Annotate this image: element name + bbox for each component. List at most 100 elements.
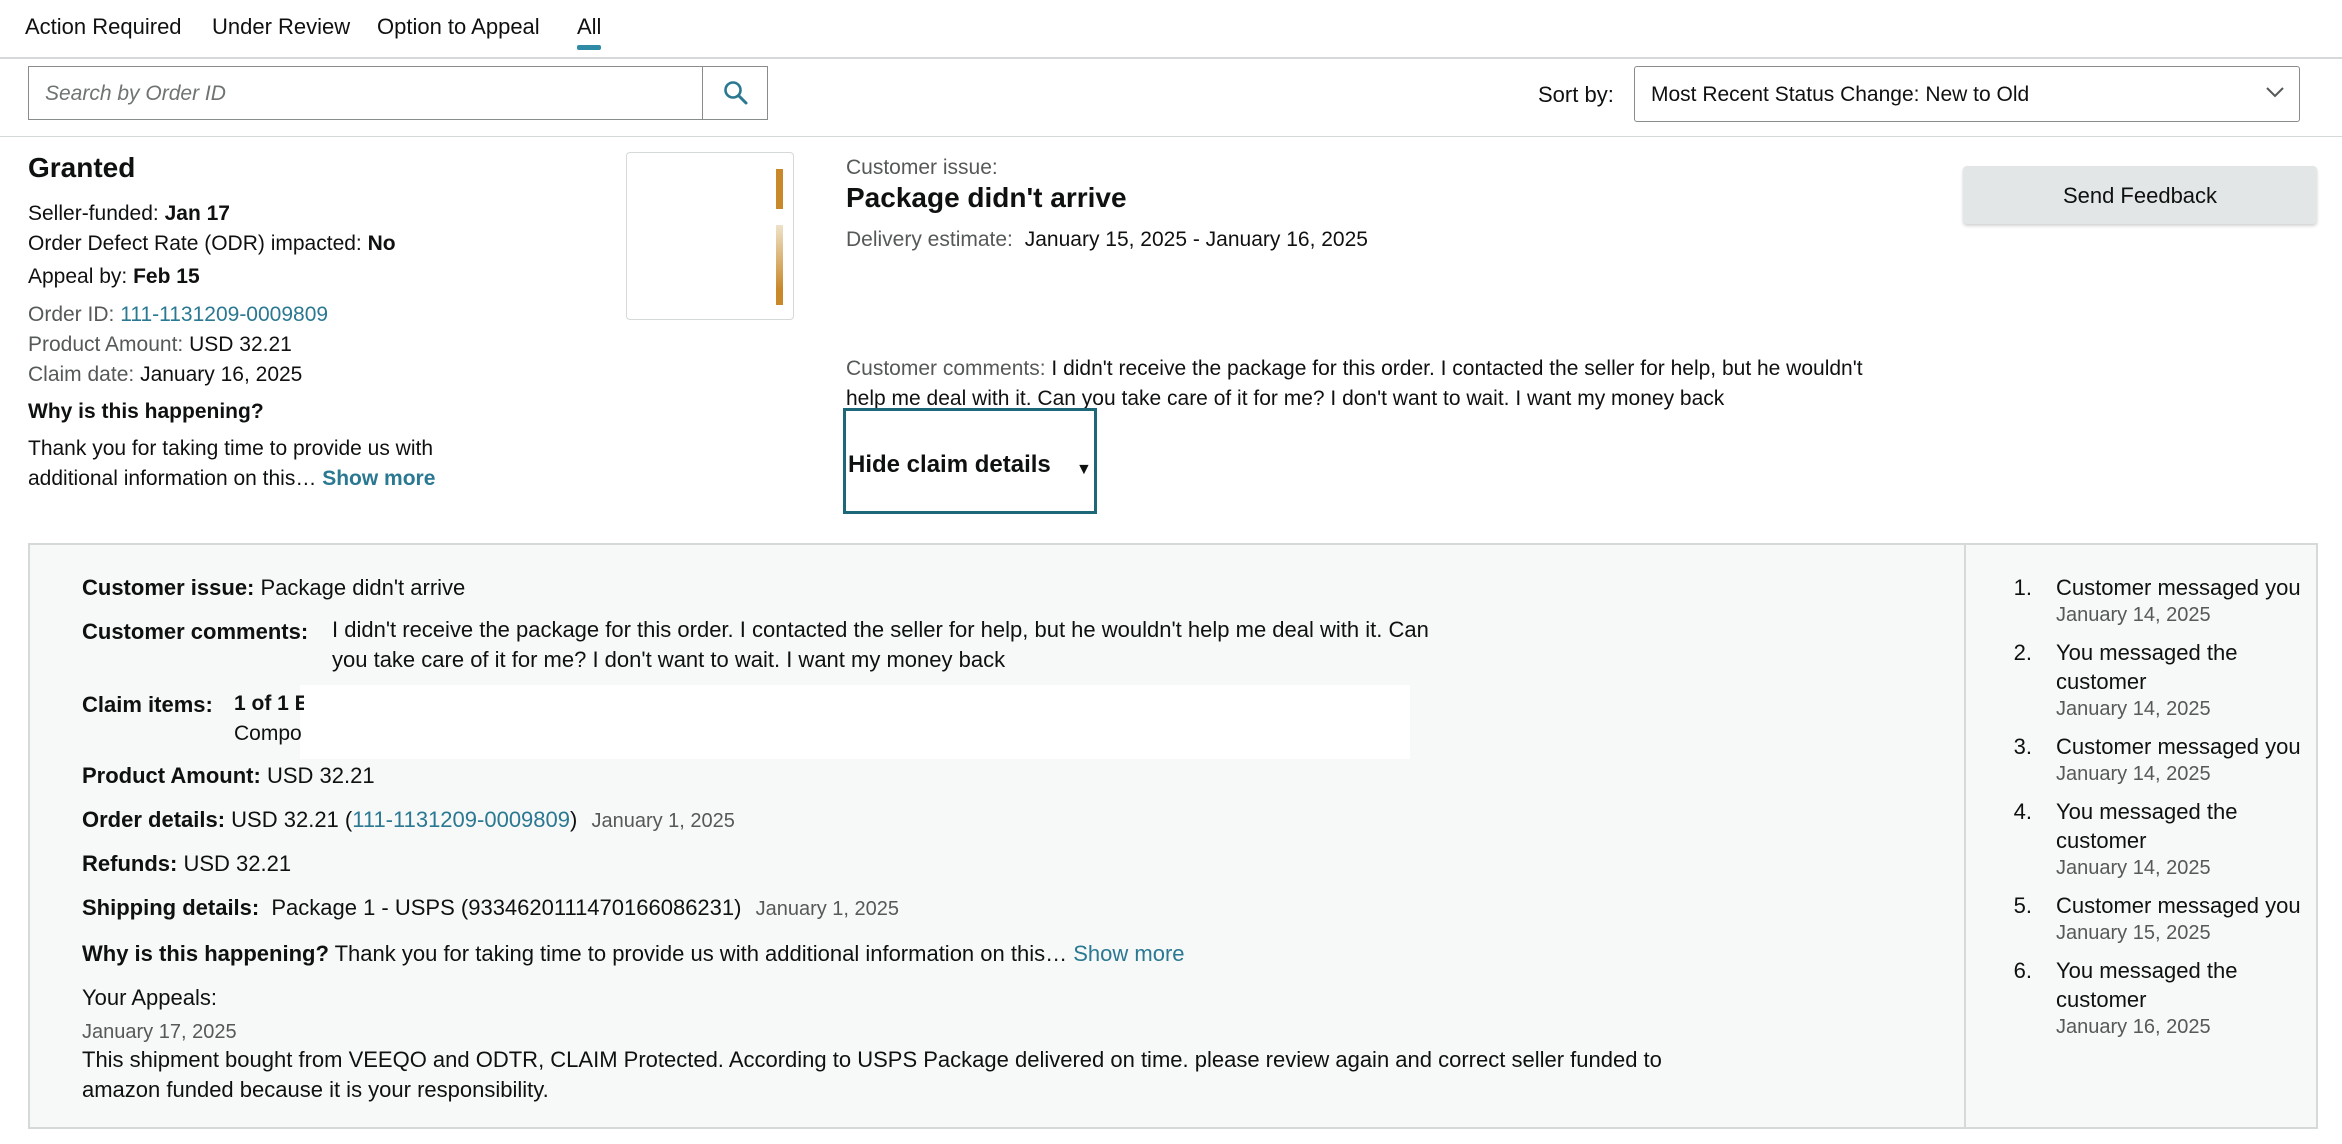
claim-items-label-row: Claim items: bbox=[82, 692, 213, 718]
detail-comments-label-text: Customer comments: bbox=[82, 619, 309, 644]
sort-select[interactable]: Most Recent Status Change: New to Old bbox=[1634, 66, 2300, 122]
appeal-by-value: Feb 15 bbox=[133, 265, 200, 288]
send-feedback-button[interactable]: Send Feedback bbox=[1963, 166, 2317, 224]
hide-claim-details-button[interactable]: Hide claim details ▼ bbox=[843, 408, 1097, 514]
product-amount-label: Product Amount: bbox=[28, 333, 184, 356]
timeline-text: You messaged the bbox=[2056, 640, 2238, 665]
tab-under-review[interactable]: Under Review bbox=[212, 14, 350, 40]
detail-issue-value: Package didn't arrive bbox=[260, 575, 466, 600]
detail-show-more-link[interactable]: Show more bbox=[1073, 941, 1184, 966]
timeline-text: Customer messaged you bbox=[2056, 575, 2301, 600]
detail-order-id-link[interactable]: 111-1131209-0009809 bbox=[352, 807, 570, 832]
appeal-text-line1: This shipment bought from VEEQO and ODTR… bbox=[82, 1047, 1662, 1072]
detail-product-amount-value: USD 32.21 bbox=[266, 763, 375, 788]
detail-refunds-value: USD 32.21 bbox=[183, 851, 292, 876]
timeline-text: Customer messaged you bbox=[2056, 893, 2301, 918]
product-image-part bbox=[776, 169, 783, 209]
sort-label: Sort by: bbox=[1538, 82, 1614, 107]
delivery-estimate-row: Delivery estimate: January 15, 2025 - Ja… bbox=[846, 228, 1368, 252]
timeline-item: 6. You messaged the customer January 16,… bbox=[1996, 956, 2316, 1040]
timeline-text: customer bbox=[2056, 828, 2147, 853]
timeline-item: 2. You messaged the customer January 14,… bbox=[1996, 638, 2316, 722]
send-feedback-label: Send Feedback bbox=[2062, 183, 2218, 208]
seller-funded-label: Seller-funded: bbox=[28, 202, 159, 225]
why-text-line2-row: additional information on this… Show mor… bbox=[28, 467, 435, 491]
detail-comments-line2: you take care of it for me? I don't want… bbox=[332, 647, 1006, 672]
detail-why-label: Why is this happening? bbox=[82, 941, 329, 966]
detail-order-amount: USD 32.21 ( bbox=[231, 807, 353, 832]
product-thumbnail[interactable] bbox=[626, 152, 794, 320]
detail-shipping: Shipping details: Package 1 - USPS (9334… bbox=[82, 895, 899, 921]
timeline-number: 1. bbox=[2013, 575, 2032, 600]
detail-shipping-value: Package 1 - USPS (9334620111470166086231… bbox=[271, 895, 742, 920]
tab-option-to-appeal[interactable]: Option to Appeal bbox=[377, 14, 540, 40]
appeal-by-label: Appeal by: bbox=[28, 265, 128, 288]
timeline-item: 3. Customer messaged you January 14, 202… bbox=[1996, 732, 2316, 787]
customer-comments-label: Customer comments: bbox=[846, 357, 1046, 380]
timeline-text: Customer messaged you bbox=[2056, 734, 2301, 759]
timeline-date: January 14, 2025 bbox=[2056, 857, 2211, 879]
odr-label: Order Defect Rate (ODR) impacted: bbox=[28, 232, 362, 255]
panel-divider bbox=[1964, 545, 1966, 1127]
caret-down-icon: ▼ bbox=[1076, 461, 1092, 478]
tab-all[interactable]: All bbox=[577, 14, 602, 50]
timeline-number: 6. bbox=[2013, 958, 2032, 983]
detail-order-details: Order details: USD 32.21 (111-1131209-00… bbox=[82, 807, 735, 833]
timeline-date: January 14, 2025 bbox=[2056, 698, 2211, 720]
detail-shipping-label: Shipping details: bbox=[82, 895, 260, 920]
order-id-link[interactable]: 111-1131209-0009809 bbox=[120, 303, 328, 326]
search-icon bbox=[724, 81, 748, 105]
chevron-down-icon bbox=[2266, 87, 2284, 98]
show-more-link[interactable]: Show more bbox=[322, 467, 435, 490]
claim-status: Granted bbox=[28, 152, 136, 183]
tab-action-required[interactable]: Action Required bbox=[25, 14, 182, 40]
why-text-line1: Thank you for taking time to provide us … bbox=[28, 437, 434, 460]
detail-order-close: ) bbox=[570, 807, 578, 832]
search-button[interactable] bbox=[702, 66, 768, 120]
detail-why: Why is this happening? Thank you for tak… bbox=[82, 941, 1185, 967]
timeline-number: 2. bbox=[2013, 640, 2032, 665]
detail-comments-line1: I didn't receive the package for this or… bbox=[332, 617, 1429, 642]
delivery-estimate-label: Delivery estimate: bbox=[846, 228, 1013, 251]
search-input[interactable]: Search by Order ID bbox=[28, 66, 702, 120]
sort-value: Most Recent Status Change: New to Old bbox=[1651, 83, 2030, 106]
claim-date-label: Claim date: bbox=[28, 363, 135, 386]
claim-items-label: Claim items: bbox=[82, 692, 213, 717]
timeline-text: customer bbox=[2056, 669, 2147, 694]
timeline-date: January 14, 2025 bbox=[2056, 763, 2211, 785]
detail-shipping-date: January 1, 2025 bbox=[755, 898, 900, 920]
search-placeholder: Search by Order ID bbox=[45, 82, 226, 105]
product-amount-row: Product Amount: USD 32.21 bbox=[28, 333, 292, 357]
claim-date-value: January 16, 2025 bbox=[140, 363, 303, 386]
claim-date-row: Claim date: January 16, 2025 bbox=[28, 363, 302, 387]
customer-comments: Customer comments: I didn't receive the … bbox=[846, 354, 1906, 414]
timeline-item: 5. Customer messaged you January 15, 202… bbox=[1996, 891, 2316, 946]
detail-refunds-label: Refunds: bbox=[82, 851, 178, 876]
why-heading: Why is this happening? bbox=[28, 400, 264, 423]
customer-issue-label: Customer issue: bbox=[846, 156, 998, 179]
why-text-line2: additional information on this… bbox=[28, 467, 317, 490]
odr-row: Order Defect Rate (ODR) impacted: No bbox=[28, 232, 396, 256]
claim-items: 1 of 1 E Compo bbox=[234, 689, 304, 749]
detail-refunds: Refunds: USD 32.21 bbox=[82, 851, 291, 877]
detail-product-amount-label: Product Amount: bbox=[82, 763, 261, 788]
timeline-number: 4. bbox=[2013, 799, 2032, 824]
timeline-date: January 15, 2025 bbox=[2056, 922, 2211, 944]
product-amount-value: USD 32.21 bbox=[189, 333, 292, 356]
timeline-number: 3. bbox=[2013, 734, 2032, 759]
appeals-heading: Your Appeals: bbox=[82, 985, 217, 1010]
delivery-estimate-value: January 15, 2025 - January 16, 2025 bbox=[1024, 228, 1368, 251]
detail-issue: Customer issue: Package didn't arrive bbox=[82, 575, 465, 601]
customer-issue-title: Package didn't arrive bbox=[846, 182, 1127, 213]
timeline-item: 4. You messaged the customer January 14,… bbox=[1996, 797, 2316, 881]
detail-why-text: Thank you for taking time to provide us … bbox=[334, 941, 1068, 966]
order-id-label: Order ID: bbox=[28, 303, 115, 326]
odr-value: No bbox=[367, 232, 396, 255]
appeal-text-line2: amazon funded because it is your respons… bbox=[82, 1077, 549, 1102]
divider bbox=[0, 136, 2342, 137]
timeline-text: You messaged the bbox=[2056, 799, 2238, 824]
timeline-text: You messaged the bbox=[2056, 958, 2238, 983]
appeal-date: January 17, 2025 bbox=[82, 1021, 237, 1043]
claim-items-line2: Compo bbox=[234, 722, 302, 745]
detail-product-amount: Product Amount: USD 32.21 bbox=[82, 763, 375, 789]
